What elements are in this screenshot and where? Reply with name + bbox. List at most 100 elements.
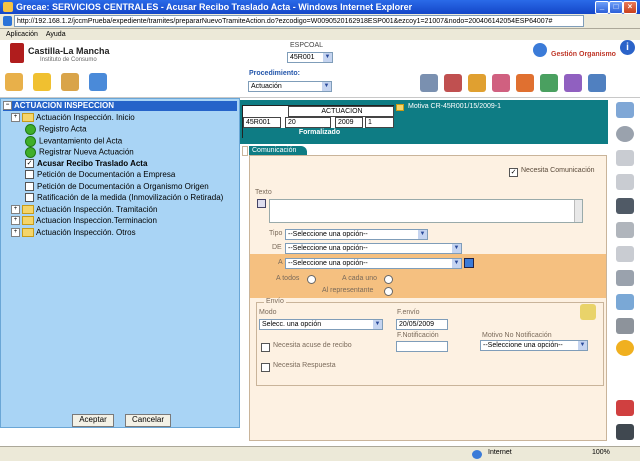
menu-aplicacion[interactable]: Aplicación (6, 31, 38, 38)
espcoal-select[interactable]: 45R001 ▼ (287, 52, 333, 63)
chevron-down-icon: ▼ (418, 230, 427, 239)
fenvio-input[interactable]: 20/05/2009 (396, 319, 448, 330)
a-select[interactable]: --Seleccione una opción-- ▼ (285, 258, 462, 269)
zoom-text[interactable]: 100% (592, 449, 610, 456)
a-cada-uno-radio[interactable] (384, 275, 393, 284)
fnotificacion-input[interactable] (396, 341, 448, 352)
espcoal-label: ESPCOAL (290, 42, 324, 49)
minimize-button[interactable]: _ (595, 1, 609, 14)
cancelar-button[interactable]: Cancelar (125, 414, 171, 427)
zoom-icon[interactable] (616, 102, 634, 118)
acuse-checkbox[interactable] (261, 343, 270, 352)
books-icon[interactable] (444, 74, 462, 92)
scrollbar[interactable] (574, 200, 582, 222)
tree-item[interactable]: + Actuación Inspección. Tramitación (11, 205, 157, 215)
computer-icon[interactable] (588, 74, 606, 92)
collapse-icon[interactable]: − (3, 101, 12, 111)
copy-icon[interactable] (616, 246, 634, 262)
modo-select[interactable]: Selecc. una opción ▼ (259, 319, 383, 330)
search-icon[interactable] (464, 258, 474, 268)
texto-label: Texto (255, 189, 272, 196)
puzzle-icon[interactable] (564, 74, 582, 92)
tree-root[interactable]: − ACTUACION INSPECCION (3, 101, 237, 111)
tree-item-label: Petición de Documentación a Empresa (37, 170, 176, 179)
globe-icon[interactable] (516, 74, 534, 92)
de-select[interactable]: --Seleccione una opción-- ▼ (285, 243, 462, 254)
tipo-label: Tipo (269, 230, 283, 237)
address-input[interactable]: http://192.168.1.2/jccmPrueba/expediente… (14, 15, 584, 27)
printer-icon[interactable] (616, 318, 634, 334)
step-checkbox[interactable] (25, 170, 34, 180)
mail-icon[interactable] (492, 74, 510, 92)
tree-item[interactable]: Levantamiento del Acta (25, 135, 122, 147)
comunicacion-panel: ✓ Necesita Comunicación Texto Tipo --Sel… (249, 155, 607, 441)
status-bar: Internet 100% (0, 446, 640, 461)
procedimiento-select[interactable]: Actuación ▼ (248, 81, 332, 92)
folder-stack-icon[interactable] (33, 73, 51, 91)
aceptar-button[interactable]: Aceptar (72, 414, 114, 427)
calendar-icon[interactable] (468, 74, 486, 92)
expand-icon[interactable]: + (11, 216, 20, 226)
search-document-icon[interactable] (5, 73, 23, 91)
menu-ayuda[interactable]: Ayuda (46, 31, 66, 38)
completed-step-icon (25, 147, 36, 158)
tree-item-label: Registrar Nueva Actuación (39, 147, 134, 157)
tree-item-label: Ratificación de la medida (Inmovilizació… (37, 193, 224, 202)
necesita-comunicacion-checkbox[interactable]: ✓ (509, 168, 518, 177)
print-preview-icon[interactable] (616, 222, 634, 238)
info-icon[interactable]: i (620, 40, 635, 55)
database-icon[interactable] (616, 294, 634, 310)
tools-icon[interactable] (540, 74, 558, 92)
expand-icon[interactable]: + (11, 204, 20, 214)
tree-item[interactable]: Registrar Nueva Actuación (25, 147, 134, 158)
documents-icon[interactable] (616, 174, 634, 190)
step-checkbox[interactable] (25, 193, 34, 203)
folder-icon[interactable] (61, 73, 79, 91)
exit-icon[interactable] (616, 424, 634, 440)
maximize-button[interactable]: □ (609, 1, 623, 14)
globe-icon (472, 450, 482, 459)
gestion-organismo-label[interactable]: Gestión Organismo (551, 51, 616, 58)
a-todos-label: A todos (276, 275, 300, 282)
tree-item[interactable]: Registro Acta (25, 124, 87, 135)
send-mail-icon[interactable] (580, 304, 596, 320)
a-cada-uno-label: A cada uno (342, 275, 378, 282)
a-todos-radio[interactable] (307, 275, 316, 284)
texto-textarea[interactable] (269, 199, 583, 223)
tree-item[interactable]: + Actuación Inspección. Otros (11, 228, 136, 238)
tools-cross-icon[interactable] (616, 400, 634, 416)
tree-item[interactable]: Petición de Documentación a Empresa (25, 170, 175, 180)
tree-item[interactable]: + Actuacion Inspeccion.Terminacion (11, 216, 157, 226)
case-code: 45R001 (243, 117, 281, 128)
tree-item[interactable]: Ratificación de la medida (Inmovilizació… (25, 193, 223, 203)
step-checkbox[interactable]: ✓ (25, 158, 34, 168)
cabinet-icon[interactable] (89, 73, 107, 91)
close-button[interactable]: × (623, 1, 637, 14)
tree-item[interactable]: Petición de Documentación a Organismo Or… (25, 182, 209, 192)
tree-root-label: ACTUACION INSPECCION (14, 101, 115, 110)
save-icon[interactable] (616, 198, 634, 214)
tipo-select[interactable]: --Seleccione una opción-- ▼ (285, 229, 428, 240)
tree-item-label: Actuación Inspección. Otros (36, 227, 136, 237)
tree-item-label: Actuacion Inspeccion.Terminacion (36, 216, 157, 225)
fnotificacion-label: F.Notificación (397, 332, 439, 339)
attach-icon[interactable] (616, 270, 634, 286)
tipo-value: --Seleccione una opción-- (288, 231, 368, 238)
expand-icon[interactable]: + (11, 227, 20, 237)
motivo-select[interactable]: --Seleccione una opción-- ▼ (480, 340, 588, 351)
document-icon[interactable] (616, 150, 634, 166)
back-icon[interactable] (616, 126, 634, 142)
editor-icon[interactable] (257, 199, 266, 208)
sun-icon[interactable] (616, 340, 634, 356)
case-seq: 1 (365, 117, 394, 128)
tree-item[interactable]: ✓ Acusar Recibo Traslado Acta (25, 159, 147, 169)
laptop-icon[interactable] (420, 74, 438, 92)
respuesta-checkbox[interactable] (261, 363, 270, 372)
modo-value: Selecc. una opción (262, 321, 322, 328)
folder-icon (22, 216, 34, 226)
expand-icon[interactable]: + (11, 113, 20, 123)
step-checkbox[interactable] (25, 181, 34, 191)
procedimiento-label: Procedimiento: (249, 70, 300, 77)
tree-item[interactable]: + Actuación Inspección. Inicio (11, 113, 135, 123)
al-representante-radio[interactable] (384, 287, 393, 296)
